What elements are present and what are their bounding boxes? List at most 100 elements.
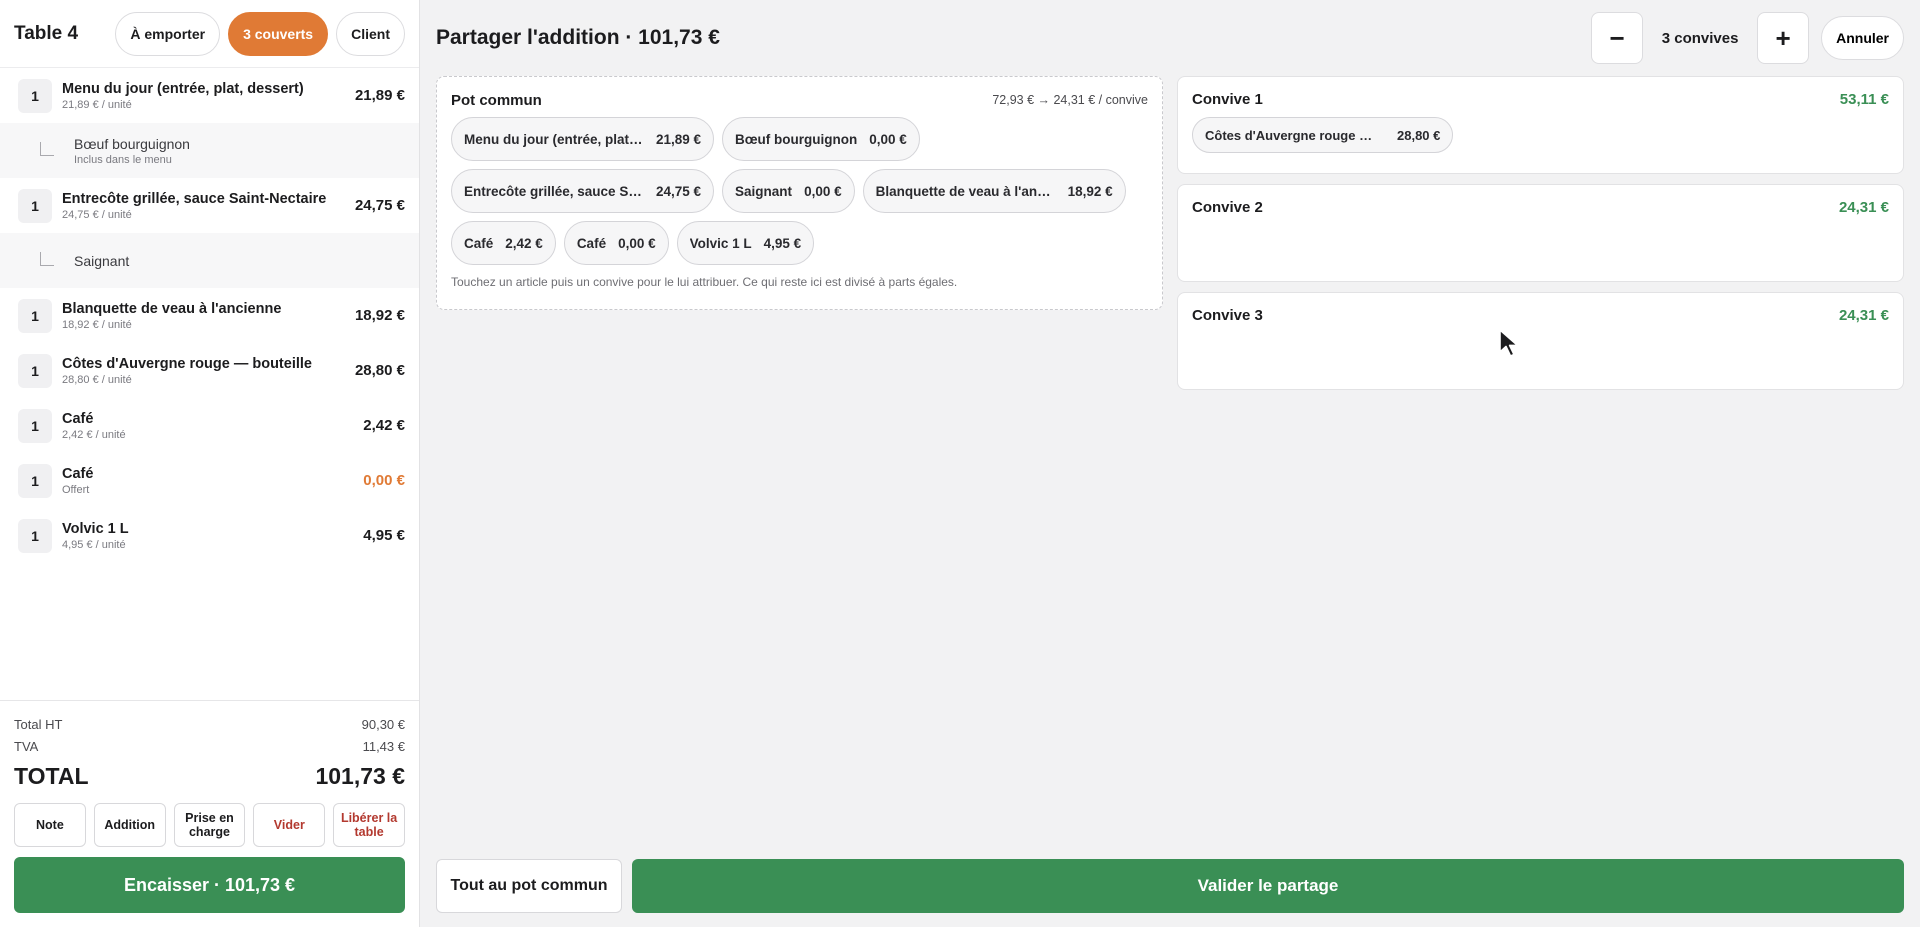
quantity-badge[interactable]: 1 xyxy=(18,518,52,553)
chip-price: 18,92 € xyxy=(1067,183,1113,199)
line-subtitle: 18,92 € / unité xyxy=(62,318,132,331)
line-name: Blanquette de veau à l'ancienne xyxy=(62,300,282,317)
pot-item-chip[interactable]: Bœuf bourguignon 0,00 € xyxy=(722,117,920,161)
validate-split-button[interactable]: Valider le partage xyxy=(632,859,1904,913)
order-line[interactable]: 1 Menu du jour (entrée, plat, dessert) 21,… xyxy=(0,68,419,123)
guest-item-chip[interactable]: Côtes d'Auvergne rouge — bouteille 28,80 … xyxy=(1192,117,1454,153)
sub-item-arrow-icon xyxy=(40,141,54,156)
order-header: Table 4 À emporter 3 couverts Client xyxy=(0,0,419,68)
order-actions: Note Addition Prise en charge Vider Libé… xyxy=(14,803,405,847)
order-line[interactable]: 1 Café 2,42 € / unité 2,42 € xyxy=(0,398,419,453)
pot-item-chip[interactable]: Entrecôte grillée, sauce Saint-Nectaire 2… xyxy=(451,169,715,213)
guest-card[interactable]: Convive 3 24,31 € xyxy=(1177,292,1904,390)
decrease-guests-button[interactable]: − xyxy=(1591,12,1644,64)
chip-price: 2,42 € xyxy=(505,235,543,251)
guest-card[interactable]: Convive 2 24,31 € xyxy=(1177,184,1904,282)
common-pot[interactable]: Pot commun 72,93 € → 24,31 € / convive M… xyxy=(436,76,1163,310)
tva-label: TVA xyxy=(14,738,39,754)
line-price: 18,92 € xyxy=(354,307,405,324)
line-name: Café xyxy=(62,410,94,427)
grand-total-label: TOTAL xyxy=(14,762,89,789)
line-name: Côtes d'Auvergne rouge — bouteille xyxy=(62,355,312,372)
line-info: Café 2,42 € / unité xyxy=(62,411,363,441)
guest-name: Convive 2 xyxy=(1192,198,1263,216)
table-name: Table 4 xyxy=(14,22,79,44)
line-subtitle: 2,42 € / unité xyxy=(62,428,126,441)
takeaway-button[interactable]: À emporter xyxy=(115,11,221,56)
line-name: Café xyxy=(62,465,94,482)
cancel-button[interactable]: Annuler xyxy=(1821,16,1904,60)
order-line-modifier[interactable]: Bœuf bourguignon Inclus dans le menu xyxy=(0,123,419,178)
quantity-badge[interactable]: 1 xyxy=(18,408,52,443)
tva-value: 11,43 € xyxy=(362,738,405,754)
guest-card-header: Convive 2 24,31 € xyxy=(1192,197,1889,217)
increase-guests-button[interactable]: + xyxy=(1757,12,1810,64)
order-line[interactable]: 1 Blanquette de veau à l'ancienne 18,92 € … xyxy=(0,288,419,343)
grand-total-value: 101,73 € xyxy=(315,762,405,789)
line-info: Blanquette de veau à l'ancienne 18,92 € /… xyxy=(62,301,355,331)
chip-price: 28,80 € xyxy=(1397,127,1441,143)
chip-name: Entrecôte grillée, sauce Saint-Nectaire xyxy=(464,183,644,199)
guest-card-header: Convive 1 53,11 € xyxy=(1192,89,1889,109)
pot-item-chip[interactable]: Saignant 0,00 € xyxy=(722,169,855,213)
chip-price: 4,95 € xyxy=(763,235,802,251)
pot-item-chip[interactable]: Café 0,00 € xyxy=(563,221,669,265)
guest-cards: Convive 1 53,11 € Côtes d'Auvergne rouge —… xyxy=(1177,76,1904,390)
all-to-pot-button[interactable]: Tout au pot commun xyxy=(436,859,622,913)
pot-item-chip[interactable]: Volvic 1 L 4,95 € xyxy=(676,221,815,265)
chip-price: 0,00 € xyxy=(618,235,656,251)
line-name: Menu du jour (entrée, plat, dessert) xyxy=(62,80,304,97)
line-subtitle: 24,75 € / unité xyxy=(62,208,132,221)
line-info: Côtes d'Auvergne rouge — bouteille 28,80 … xyxy=(62,356,355,386)
quantity-badge[interactable]: 1 xyxy=(18,353,52,388)
modifier-name: Saignant xyxy=(74,252,130,269)
order-lines-list: 1 Menu du jour (entrée, plat, dessert) 21,… xyxy=(0,68,419,700)
line-subtitle: Offert xyxy=(62,483,90,496)
vider-button[interactable]: Vider xyxy=(253,803,326,847)
client-button[interactable]: Client xyxy=(336,11,405,56)
chip-name: Bœuf bourguignon xyxy=(735,131,858,147)
order-line[interactable]: 1 Café Offert 0,00 € xyxy=(0,453,419,508)
sub-item-arrow-icon xyxy=(40,251,54,266)
pot-item-chip[interactable]: Blanquette de veau à l'ancienne 18,92 € xyxy=(862,169,1126,213)
split-columns: Pot commun 72,93 € → 24,31 € / convive M… xyxy=(436,76,1904,390)
order-line-modifier[interactable]: Saignant xyxy=(0,233,419,288)
split-panel: Partager l'addition · 101,73 € − 3 convi… xyxy=(420,0,1920,927)
line-price: 0,00 € xyxy=(363,472,405,489)
guest-card-header: Convive 3 24,31 € xyxy=(1192,305,1889,325)
totals-section: Total HT 90,30 € TVA 11,43 € TOTAL 101,7… xyxy=(0,700,419,927)
chip-name: Volvic 1 L xyxy=(689,235,752,251)
line-price: 24,75 € xyxy=(354,197,405,214)
grand-total-row: TOTAL 101,73 € xyxy=(14,759,405,793)
modifier-info: Bœuf bourguignon Inclus dans le menu xyxy=(74,136,405,166)
quantity-badge[interactable]: 1 xyxy=(18,298,52,333)
order-line[interactable]: 1 Volvic 1 L 4,95 € / unité 4,95 € xyxy=(0,508,419,563)
modifier-name: Bœuf bourguignon xyxy=(74,135,190,152)
line-name: Entrecôte grillée, sauce Saint-Nectaire xyxy=(62,190,327,207)
line-info: Entrecôte grillée, sauce Saint-Nectaire 2… xyxy=(62,191,355,221)
chip-name: Blanquette de veau à l'ancienne xyxy=(875,183,1056,199)
line-name: Volvic 1 L xyxy=(62,520,129,537)
note-button[interactable]: Note xyxy=(14,803,86,847)
covers-button[interactable]: 3 couverts xyxy=(228,11,329,56)
line-price: 4,95 € xyxy=(363,527,405,544)
chip-name: Café xyxy=(576,235,607,251)
encaisser-button[interactable]: Encaisser · 101,73 € xyxy=(14,857,405,913)
guest-name: Convive 1 xyxy=(1192,90,1263,108)
addition-button[interactable]: Addition xyxy=(93,803,166,847)
line-subtitle: 4,95 € / unité xyxy=(62,538,126,551)
quantity-badge[interactable]: 1 xyxy=(18,78,52,113)
order-line[interactable]: 1 Entrecôte grillée, sauce Saint-Nectaire… xyxy=(0,178,419,233)
chip-price: 24,75 € xyxy=(656,183,702,199)
quantity-badge[interactable]: 1 xyxy=(18,188,52,223)
guest-amount: 24,31 € xyxy=(1838,198,1889,216)
order-line[interactable]: 1 Côtes d'Auvergne rouge — bouteille 28,80… xyxy=(0,343,419,398)
line-info: Menu du jour (entrée, plat, dessert) 21,8… xyxy=(62,81,355,111)
guest-card[interactable]: Convive 1 53,11 € Côtes d'Auvergne rouge —… xyxy=(1177,76,1904,174)
chip-price: 0,00 € xyxy=(804,183,842,199)
quantity-badge[interactable]: 1 xyxy=(18,463,52,498)
liberer-table-button[interactable]: Libérer la table xyxy=(333,803,405,847)
pot-item-chip[interactable]: Café 2,42 € xyxy=(451,221,556,265)
pot-item-chip[interactable]: Menu du jour (entrée, plat, dessert) 21,8… xyxy=(451,117,715,161)
prise-en-charge-button[interactable]: Prise en charge xyxy=(173,803,246,847)
